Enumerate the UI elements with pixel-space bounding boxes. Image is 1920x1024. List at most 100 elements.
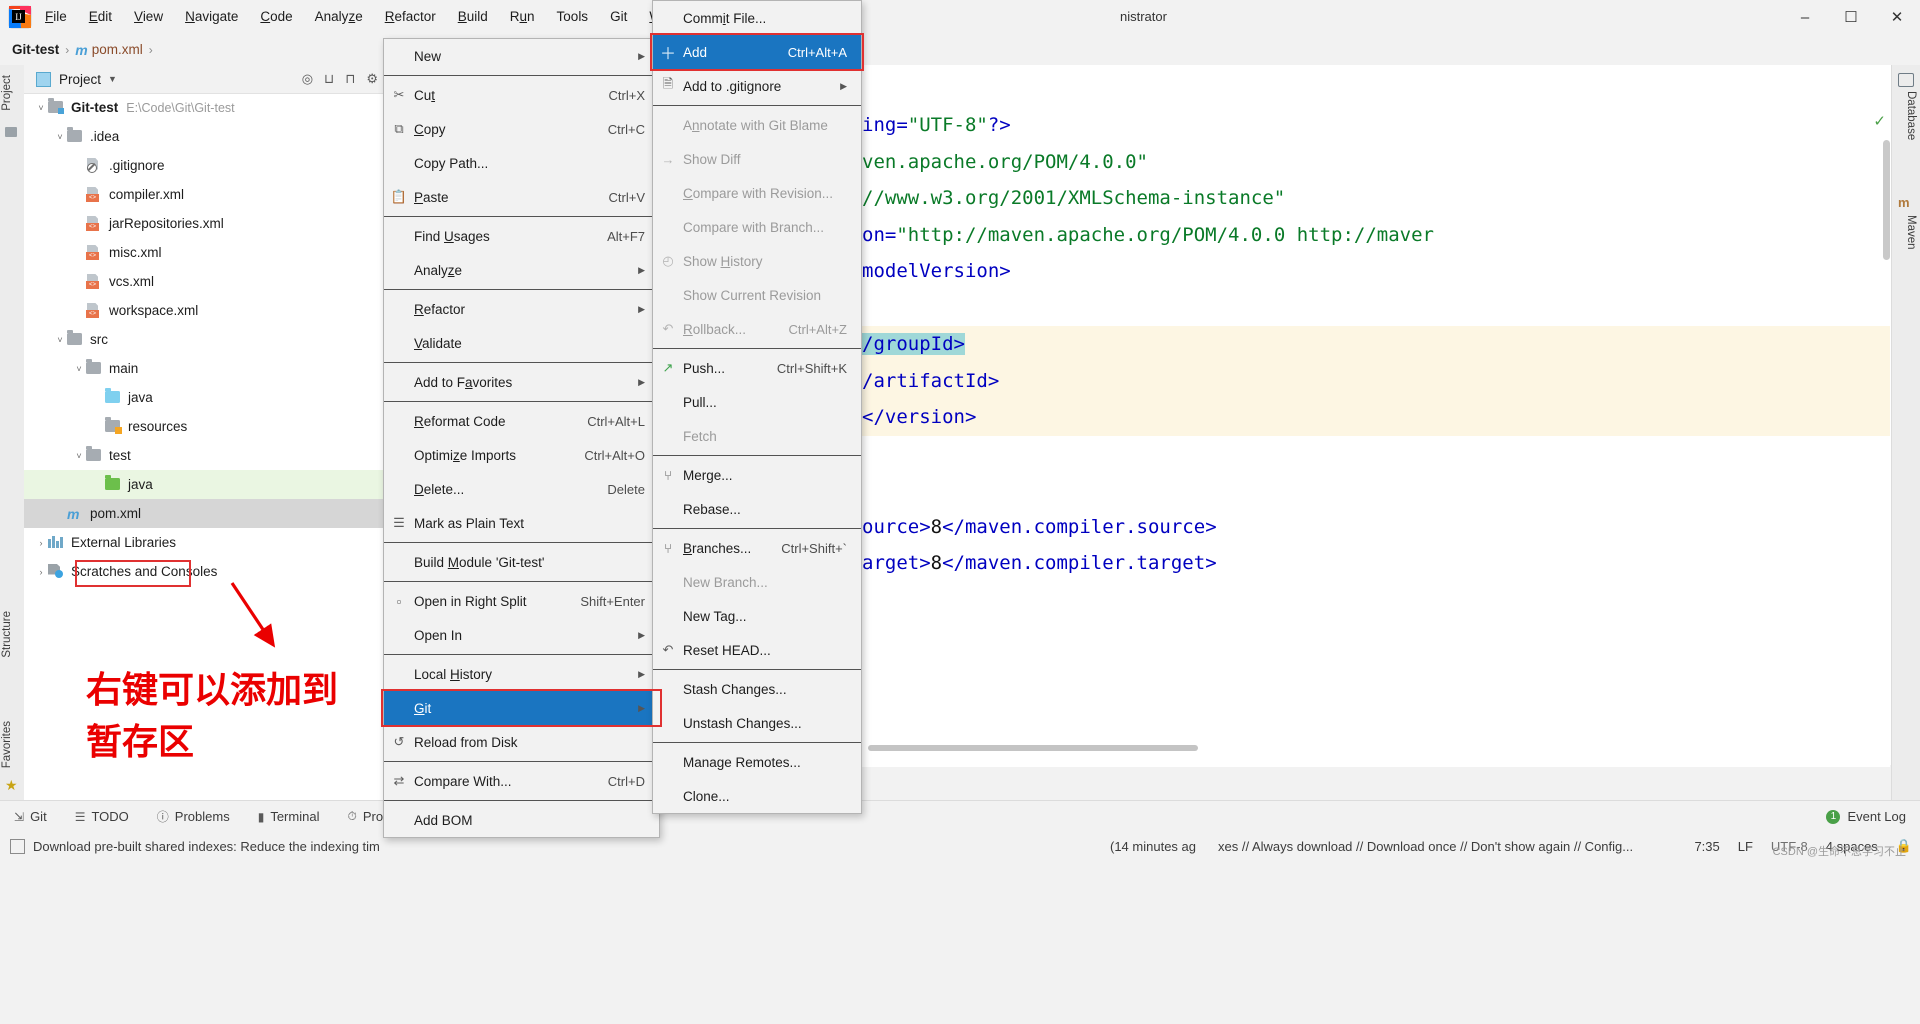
menu-item-add-to-gitignore[interactable]: 🗎 Add to .gitignore ▶ xyxy=(653,69,861,103)
menu-item-paste[interactable]: 📋 Paste Ctrl+V xyxy=(384,180,659,214)
tree-node-compiler-xml[interactable]: <> compiler.xml xyxy=(24,180,384,209)
tree-node-src[interactable]: ˅ src xyxy=(24,325,384,354)
menu-item-local-history[interactable]: Local History ▶ xyxy=(384,657,659,691)
maximize-icon[interactable]: ☐ xyxy=(1828,0,1874,34)
menu-item-clone[interactable]: Clone... xyxy=(653,779,861,813)
caret-position[interactable]: 7:35 xyxy=(1694,839,1719,854)
menu-run[interactable]: Run xyxy=(499,0,546,34)
menu-item-reset-head[interactable]: ↶ Reset HEAD... xyxy=(653,633,861,667)
menu-item-find-usages[interactable]: Find Usages Alt+F7 xyxy=(384,219,659,253)
tree-node-external-libraries[interactable]: › External Libraries xyxy=(24,528,384,557)
menu-item-git[interactable]: Git ▶ xyxy=(384,691,659,725)
menu-item-new-tag[interactable]: New Tag... xyxy=(653,599,861,633)
bottom-tab-git[interactable]: ⇲ Git xyxy=(0,801,61,832)
menu-item-stash-changes[interactable]: Stash Changes... xyxy=(653,672,861,706)
menu-item-delete[interactable]: Delete... Delete xyxy=(384,472,659,506)
menu-item-merge[interactable]: ⑂ Merge... xyxy=(653,458,861,492)
menu-item-validate[interactable]: Validate xyxy=(384,326,659,360)
menu-item-manage-remotes[interactable]: Manage Remotes... xyxy=(653,745,861,779)
menu-item-rebase[interactable]: Rebase... xyxy=(653,492,861,526)
tree-disclosure-icon[interactable]: ˅ xyxy=(53,132,67,142)
gear-icon[interactable]: ⚙ xyxy=(366,71,378,87)
menu-navigate[interactable]: Navigate xyxy=(174,0,249,34)
tree-node-main[interactable]: ˅ main xyxy=(24,354,384,383)
menu-view[interactable]: View xyxy=(123,0,174,34)
minimize-icon[interactable]: – xyxy=(1782,0,1828,34)
tree-node-idea[interactable]: ˅ .idea xyxy=(24,122,384,151)
tree-node-misc-xml[interactable]: <> misc.xml xyxy=(24,238,384,267)
tree-disclosure-icon[interactable]: ˅ xyxy=(34,103,48,113)
menu-item-analyze[interactable]: Analyze ▶ xyxy=(384,253,659,287)
breadcrumb[interactable]: Git-test › m pom.xml › xyxy=(12,34,155,65)
bottom-tab-problems[interactable]: ⓘ Problems xyxy=(143,801,244,832)
editor-horizontal-scrollbar[interactable] xyxy=(868,745,1198,751)
menu-item-copy-path[interactable]: Copy Path... xyxy=(384,146,659,180)
tree-node-java[interactable]: java xyxy=(24,383,384,412)
tree-node-resources[interactable]: resources xyxy=(24,412,384,441)
menu-item-mark-as-plain-text[interactable]: ☰ Mark as Plain Text xyxy=(384,506,659,540)
menu-item-add[interactable]: ＋ Add Ctrl+Alt+A xyxy=(653,35,861,69)
tree-disclosure-icon[interactable]: › xyxy=(34,567,48,577)
tree-node-java[interactable]: java xyxy=(24,470,384,499)
line-separator[interactable]: LF xyxy=(1738,839,1753,854)
tree-disclosure-icon[interactable]: ˅ xyxy=(72,364,86,374)
window-controls[interactable]: – ☐ ✕ xyxy=(1782,0,1920,34)
menu-item-pull[interactable]: Pull... xyxy=(653,385,861,419)
event-log-button[interactable]: 1 Event Log xyxy=(1826,801,1906,832)
sidebar-tab-maven[interactable]: Maven xyxy=(1895,215,1917,250)
menu-analyze[interactable]: Analyze xyxy=(304,0,374,34)
tree-node-pom-xml[interactable]: m pom.xml xyxy=(24,499,384,528)
sidebar-tab-structure[interactable]: Structure xyxy=(1,605,23,664)
tree-node-jarrepositories-xml[interactable]: <> jarRepositories.xml xyxy=(24,209,384,238)
tree-node-git-test[interactable]: ˅ Git-test E:\Code\Git\Git-test xyxy=(24,93,384,122)
menu-item-open-in[interactable]: Open In ▶ xyxy=(384,618,659,652)
sidebar-tab-project[interactable]: Project xyxy=(1,69,23,117)
bottom-tab-todo[interactable]: ☰ TODO xyxy=(61,801,143,832)
menu-item-compare-with[interactable]: ⇄ Compare With... Ctrl+D xyxy=(384,764,659,798)
sidebar-tab-favorites[interactable]: Favorites xyxy=(1,715,23,774)
menu-item-branches[interactable]: ⑂ Branches... Ctrl+Shift+` xyxy=(653,531,861,565)
menu-build[interactable]: Build xyxy=(447,0,499,34)
menu-item-new[interactable]: New ▶ xyxy=(384,39,659,73)
tree-node-test[interactable]: ˅ test xyxy=(24,441,384,470)
context-menu[interactable]: New ▶ ✂ Cut Ctrl+X ⧉ Copy Ctrl+C Copy Path... 📋 Pa… xyxy=(383,38,660,838)
bottom-tab-terminal[interactable]: ▮ Terminal xyxy=(244,801,334,832)
menu-item-reformat-code[interactable]: Reformat Code Ctrl+Alt+L xyxy=(384,404,659,438)
menu-item-commit-file[interactable]: Commit File... xyxy=(653,1,861,35)
menu-item-push[interactable]: ↗ Push... Ctrl+Shift+K xyxy=(653,351,861,385)
sidebar-tab-database[interactable]: Database xyxy=(1895,91,1917,140)
collapse-all-icon[interactable]: ⊓ xyxy=(345,71,355,87)
breadcrumb-file[interactable]: pom.xml xyxy=(92,42,143,57)
tree-node-gitignore[interactable]: .gitignore xyxy=(24,151,384,180)
menu-code[interactable]: Code xyxy=(249,0,303,34)
menu-item-build-module-git-test[interactable]: Build Module 'Git-test' xyxy=(384,545,659,579)
menu-item-unstash-changes[interactable]: Unstash Changes... xyxy=(653,706,861,740)
tree-node-vcs-xml[interactable]: <> vcs.xml xyxy=(24,267,384,296)
menu-item-reload-from-disk[interactable]: ↺ Reload from Disk xyxy=(384,725,659,759)
tree-disclosure-icon[interactable]: ˅ xyxy=(72,451,86,461)
git-submenu[interactable]: Commit File... ＋ Add Ctrl+Alt+A 🗎 Add to .git… xyxy=(652,0,862,814)
close-icon[interactable]: ✕ xyxy=(1874,0,1920,34)
tree-disclosure-icon[interactable]: ˅ xyxy=(53,335,67,345)
menu-item-open-in-right-split[interactable]: ▫ Open in Right Split Shift+Enter xyxy=(384,584,659,618)
project-panel-toolbar[interactable]: ◎ ⊔ ⊓ ⚙ xyxy=(302,65,378,93)
breadcrumb-project[interactable]: Git-test xyxy=(12,42,59,57)
status-message-right[interactable]: xes // Always download // Download once … xyxy=(1218,839,1633,854)
main-menu-bar[interactable]: File Edit View Navigate Code Analyze Ref… xyxy=(34,0,758,34)
chevron-down-icon[interactable]: ▼ xyxy=(108,74,117,84)
menu-item-add-bom[interactable]: Add BOM xyxy=(384,803,659,837)
locate-icon[interactable]: ◎ xyxy=(302,71,313,87)
menu-item-add-to-favorites[interactable]: Add to Favorites ▶ xyxy=(384,365,659,399)
menu-item-copy[interactable]: ⧉ Copy Ctrl+C xyxy=(384,112,659,146)
menu-edit[interactable]: Edit xyxy=(78,0,123,34)
tree-node-workspace-xml[interactable]: <> workspace.xml xyxy=(24,296,384,325)
editor-code[interactable]: ing="UTF-8"?> ven.apache.org/POM/4.0.0" //… xyxy=(860,99,1890,767)
menu-item-cut[interactable]: ✂ Cut Ctrl+X xyxy=(384,78,659,112)
editor-vertical-scrollbar[interactable] xyxy=(1883,140,1890,260)
inspection-ok-icon[interactable]: ✓ xyxy=(1873,112,1886,130)
menu-refactor[interactable]: Refactor xyxy=(374,0,447,34)
menu-tools[interactable]: Tools xyxy=(546,0,600,34)
menu-item-refactor[interactable]: Refactor ▶ xyxy=(384,292,659,326)
menu-git[interactable]: Git xyxy=(599,0,638,34)
expand-all-icon[interactable]: ⊔ xyxy=(324,71,334,87)
